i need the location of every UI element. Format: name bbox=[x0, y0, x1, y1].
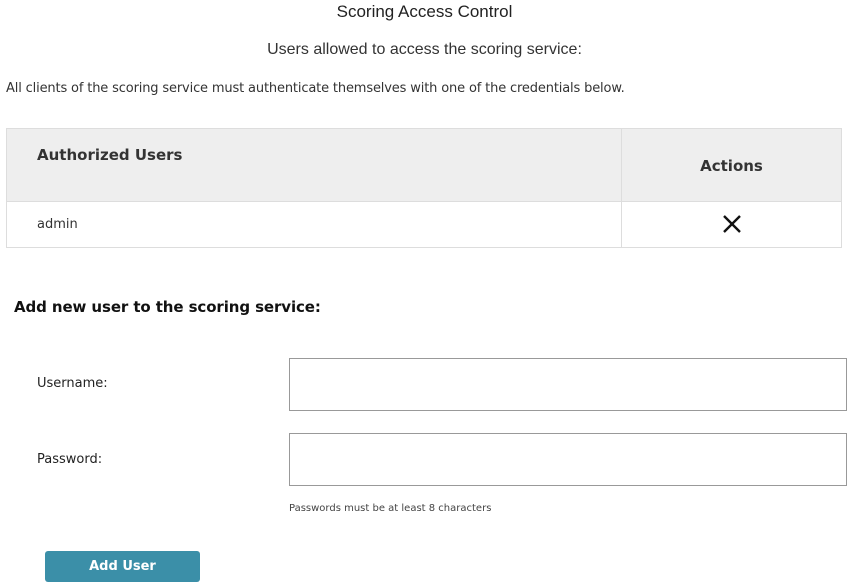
password-label: Password: bbox=[37, 452, 103, 467]
page-description: All clients of the scoring service must … bbox=[6, 81, 625, 96]
page-title: Scoring Access Control bbox=[336, 2, 513, 21]
column-header-authorized-users: Authorized Users bbox=[6, 128, 622, 202]
password-hint: Passwords must be at least 8 characters bbox=[289, 503, 492, 514]
username-input[interactable] bbox=[289, 358, 847, 411]
close-icon[interactable] bbox=[721, 213, 743, 235]
add-user-heading: Add new user to the scoring service: bbox=[14, 298, 321, 316]
authorized-users-table: Authorized Users Actions admin bbox=[6, 128, 842, 248]
page-subtitle: Users allowed to access the scoring serv… bbox=[267, 41, 582, 58]
username-label: Username: bbox=[37, 376, 108, 391]
user-name-cell: admin bbox=[6, 201, 622, 248]
password-input[interactable] bbox=[289, 433, 847, 486]
table-header-row: Authorized Users Actions bbox=[6, 128, 842, 202]
table-row: admin bbox=[6, 201, 842, 248]
column-header-actions: Actions bbox=[621, 128, 842, 202]
add-user-button[interactable]: Add User bbox=[45, 551, 200, 582]
user-actions-cell bbox=[621, 201, 842, 248]
